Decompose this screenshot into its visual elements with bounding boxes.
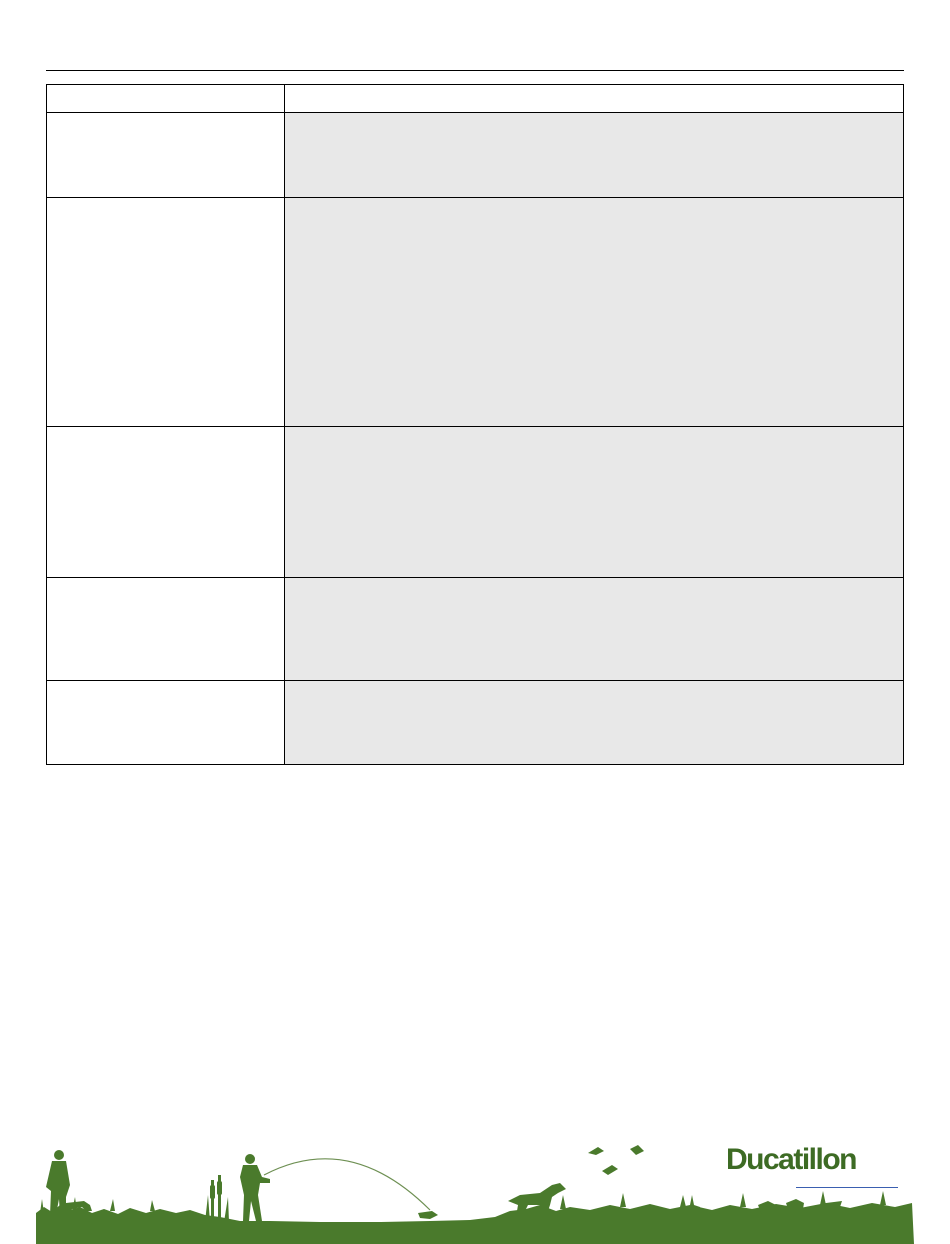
header-cell-value <box>284 84 904 113</box>
row-label <box>46 577 285 681</box>
table-header-row <box>46 84 904 113</box>
table-row <box>46 197 904 427</box>
header-cell-label <box>46 84 285 113</box>
spec-table <box>46 84 904 765</box>
top-divider <box>46 70 904 71</box>
row-value <box>284 680 904 765</box>
row-value <box>284 577 904 681</box>
chickens-icon <box>758 1199 842 1215</box>
flying-ducks-icon <box>588 1145 644 1175</box>
fisherman-icon <box>240 1154 270 1221</box>
fish-splash-icon <box>418 1211 438 1219</box>
row-label <box>46 426 285 578</box>
table-row <box>46 112 904 198</box>
brand-underline <box>796 1187 898 1188</box>
grass-strip-icon <box>36 1203 914 1244</box>
row-label <box>46 197 285 427</box>
cattail-icon <box>205 1175 229 1222</box>
hunter-icon <box>46 1150 92 1215</box>
table-row <box>46 680 904 765</box>
table-row <box>46 426 904 578</box>
row-value <box>284 112 904 198</box>
rabbit-icon <box>690 1195 704 1217</box>
row-value <box>284 426 904 578</box>
table-row <box>46 577 904 681</box>
fishing-line-icon <box>263 1158 431 1211</box>
row-label <box>46 680 285 765</box>
brand-logo: Ducatillon <box>726 1143 858 1176</box>
row-label <box>46 112 285 198</box>
row-value <box>284 197 904 427</box>
